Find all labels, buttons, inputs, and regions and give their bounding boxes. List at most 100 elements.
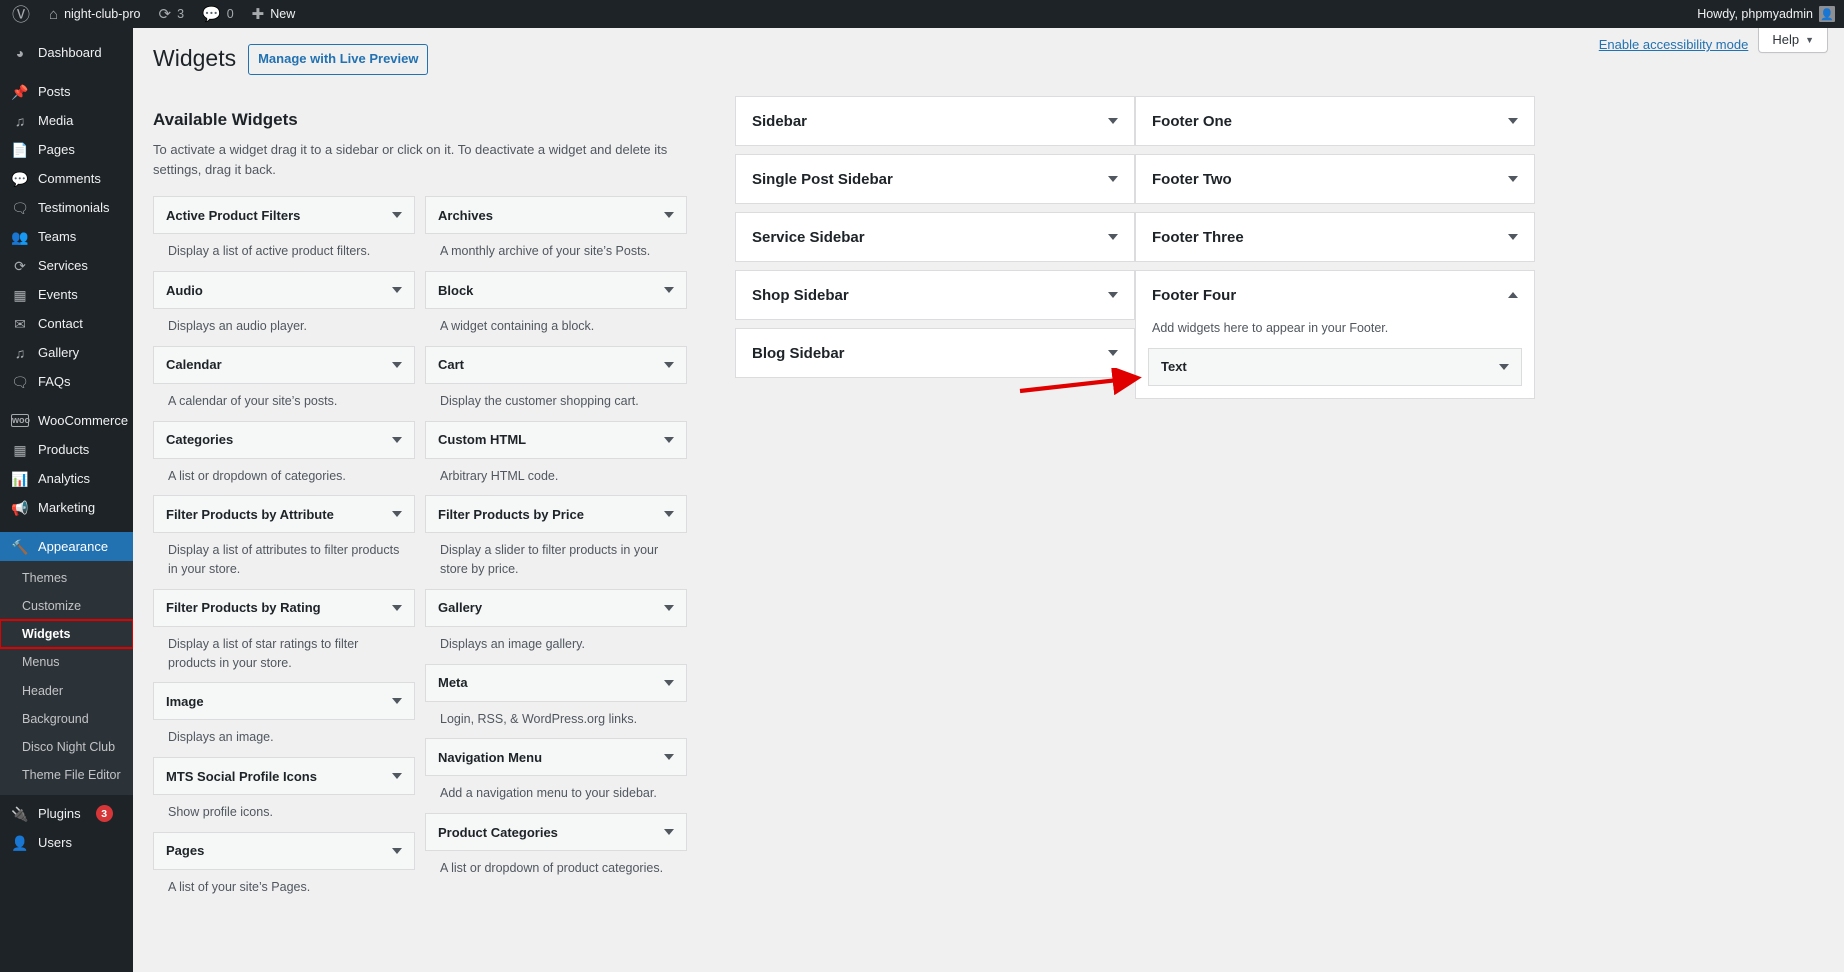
chevron-down-icon[interactable] [392,698,402,704]
wordpress-logo-icon[interactable]: Ⓥ [0,0,40,28]
widget-area-header[interactable]: Service Sidebar [736,213,1134,261]
widget-area-footer-four[interactable]: Footer Four Add widgets here to appear i… [1135,270,1535,399]
widget-area-service-sidebar[interactable]: Service Sidebar [735,212,1135,262]
widget-area-header[interactable]: Single Post Sidebar [736,155,1134,203]
widget-area-footer-three[interactable]: Footer Three [1135,212,1535,262]
widget-area-header[interactable]: Footer Two [1136,155,1534,203]
chevron-up-icon[interactable] [1508,292,1518,298]
sidebar-item-themes[interactable]: Themes [0,564,133,592]
chevron-down-icon[interactable] [664,212,674,218]
widget-area-header[interactable]: Blog Sidebar [736,329,1134,377]
widget-card[interactable]: Calendar [153,346,415,384]
widget-card[interactable]: Product Categories [425,813,687,851]
my-account-menu[interactable]: Howdy, phpmyadmin 👤 [1688,0,1844,28]
widget-area-blog-sidebar[interactable]: Blog Sidebar [735,328,1135,378]
manage-with-live-preview-button[interactable]: Manage with Live Preview [248,44,428,75]
sidebar-item-appearance[interactable]: 🔨 Appearance [0,532,133,561]
widget-card[interactable]: Audio [153,271,415,309]
sidebar-item-teams[interactable]: 👥 Teams [0,222,133,251]
chevron-down-icon[interactable] [392,773,402,779]
sidebar-item-plugins[interactable]: 🔌 Plugins 3 [0,799,133,828]
widget-card[interactable]: Cart [425,346,687,384]
chevron-down-icon[interactable] [1499,364,1509,370]
sidebar-item-services[interactable]: ⟳ Services [0,251,133,280]
help-tab-button[interactable]: Help ▼ [1758,28,1828,53]
updates-menu[interactable]: ⟳ 3 [150,0,194,28]
widget-card[interactable]: Filter Products by Price [425,495,687,533]
widget-card[interactable]: Archives [425,196,687,234]
widget-card[interactable]: Image [153,682,415,720]
widget-area-footer-two[interactable]: Footer Two [1135,154,1535,204]
widget-area-sidebar[interactable]: Sidebar [735,96,1135,146]
sidebar-item-users[interactable]: 👤 Users [0,828,133,857]
sidebar-item-events[interactable]: ▦ Events [0,280,133,309]
chevron-down-icon[interactable] [1108,234,1118,240]
chevron-down-icon[interactable] [1108,350,1118,356]
chevron-down-icon[interactable] [664,287,674,293]
widget-area-header[interactable]: Footer Four [1136,271,1534,319]
widget-card[interactable]: Gallery [425,589,687,627]
widget-card[interactable]: Categories [153,421,415,459]
chevron-down-icon[interactable] [392,212,402,218]
widget-area-header[interactable]: Footer One [1136,97,1534,145]
chevron-down-icon[interactable] [1108,176,1118,182]
widget-area-shop-sidebar[interactable]: Shop Sidebar [735,270,1135,320]
widget-card[interactable]: Pages [153,832,415,870]
widget-card[interactable]: Active Product Filters [153,196,415,234]
chevron-down-icon[interactable] [664,362,674,368]
chevron-down-icon[interactable] [1508,176,1518,182]
sidebar-item-theme-file-editor[interactable]: Theme File Editor [0,761,133,789]
sidebar-item-pages[interactable]: 📄 Pages [0,135,133,164]
sidebar-item-analytics[interactable]: 📊 Analytics [0,464,133,493]
sidebar-item-menus[interactable]: Menus [0,648,133,676]
chevron-down-icon[interactable] [1508,234,1518,240]
sidebar-item-woocommerce[interactable]: woo WooCommerce [0,406,133,435]
sidebar-item-contact[interactable]: ✉ Contact [0,309,133,338]
chevron-down-icon[interactable] [664,437,674,443]
widget-card[interactable]: Custom HTML [425,421,687,459]
widget-card[interactable]: Navigation Menu [425,738,687,776]
chevron-down-icon[interactable] [664,829,674,835]
chevron-down-icon[interactable] [392,511,402,517]
widget-area-header[interactable]: Footer Three [1136,213,1534,261]
sidebar-item-customize[interactable]: Customize [0,592,133,620]
chevron-down-icon[interactable] [1108,118,1118,124]
widget-card[interactable]: Meta [425,664,687,702]
sidebar-item-products[interactable]: ▦ Products [0,435,133,464]
widget-card[interactable]: Block [425,271,687,309]
sidebar-item-faqs[interactable]: 🗨 FAQs [0,367,133,396]
chevron-down-icon[interactable] [664,511,674,517]
widget-area-header[interactable]: Shop Sidebar [736,271,1134,319]
sidebar-item-widgets[interactable]: Widgets [0,620,133,648]
sidebar-item-background[interactable]: Background [0,705,133,733]
chevron-down-icon[interactable] [392,287,402,293]
new-content-menu[interactable]: ✚ New [243,0,305,28]
site-name-menu[interactable]: ⌂ night-club-pro [40,0,150,28]
sidebar-item-disco-night-club[interactable]: Disco Night Club [0,733,133,761]
sidebar-item-comments[interactable]: 💬 Comments [0,164,133,193]
widget-card[interactable]: Filter Products by Attribute [153,495,415,533]
sidebar-item-gallery[interactable]: ♫ Gallery [0,338,133,367]
comments-menu[interactable]: 💬 0 [193,0,243,28]
sidebar-item-media[interactable]: ♫ Media [0,106,133,135]
chevron-down-icon[interactable] [392,605,402,611]
widget-area-header[interactable]: Sidebar [736,97,1134,145]
enable-accessibility-mode-link[interactable]: Enable accessibility mode [1599,28,1759,56]
sidebar-item-marketing[interactable]: 📢 Marketing [0,493,133,522]
sidebar-item-header[interactable]: Header [0,677,133,705]
chevron-down-icon[interactable] [392,437,402,443]
chevron-down-icon[interactable] [664,680,674,686]
chevron-down-icon[interactable] [1508,118,1518,124]
widget-card[interactable]: Filter Products by Rating [153,589,415,627]
sidebar-item-testimonials[interactable]: 🗨 Testimonials [0,193,133,222]
widget-area-footer-one[interactable]: Footer One [1135,96,1535,146]
sidebar-item-posts[interactable]: 📌 Posts [0,77,133,106]
widget-area-single-post-sidebar[interactable]: Single Post Sidebar [735,154,1135,204]
chevron-down-icon[interactable] [664,754,674,760]
placed-widget-text[interactable]: Text [1148,348,1522,386]
chevron-down-icon[interactable] [392,362,402,368]
chevron-down-icon[interactable] [392,848,402,854]
chevron-down-icon[interactable] [664,605,674,611]
chevron-down-icon[interactable] [1108,292,1118,298]
sidebar-item-dashboard[interactable]: ◕ Dashboard [0,38,133,67]
